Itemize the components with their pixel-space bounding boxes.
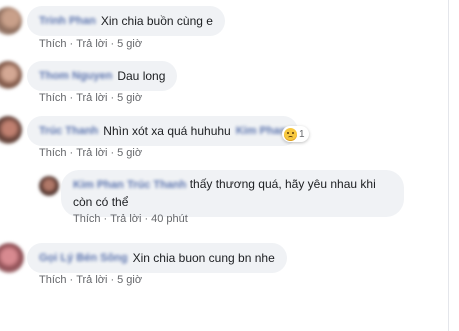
timestamp[interactable]: 5 giờ <box>117 38 142 50</box>
content-border <box>448 0 449 331</box>
tagged-name[interactable]: Trúc Thanh <box>127 179 186 191</box>
avatar[interactable] <box>39 176 59 196</box>
comment-actions: Thích · Trả lời · 5 giờ <box>39 274 142 286</box>
separator-dot: · <box>110 274 115 286</box>
separator-dot: · <box>110 38 115 50</box>
like-link[interactable]: Thích <box>39 147 67 159</box>
replier-name[interactable]: Kim Phan <box>73 179 124 191</box>
commenter-name[interactable]: Trinh Phan <box>39 15 96 27</box>
reply-link[interactable]: Trả lời <box>76 147 107 159</box>
comment-text: Xin chia buon cung bn nhe <box>132 251 275 265</box>
reaction-badge[interactable]: 1 <box>282 126 309 142</box>
commenter-name[interactable]: Trúc Thanh <box>39 125 98 137</box>
commenter-name[interactable]: Gọi Lý Bén Sông <box>39 252 128 264</box>
sad-face-icon <box>284 127 297 141</box>
timestamp[interactable]: 5 giờ <box>117 274 142 286</box>
timestamp[interactable]: 5 giờ <box>117 92 142 104</box>
reply-bubble: Kim Phan Trúc Thanh thấy thương quá, hãy… <box>61 170 404 217</box>
like-link[interactable]: Thích <box>39 274 67 286</box>
comment-text: Nhìn xót xa quá huhuhu <box>103 124 231 138</box>
separator-dot: · <box>69 274 74 286</box>
comment-bubble: Trinh Phan Xin chia buồn cùng e <box>27 6 225 36</box>
comment-actions: Thích · Trả lời · 5 giờ <box>39 147 142 159</box>
reply-link[interactable]: Trả lời <box>110 213 141 225</box>
reaction-count: 1 <box>299 128 305 140</box>
comment-actions: Thích · Trả lời · 5 giờ <box>39 38 142 50</box>
reply-link[interactable]: Trả lời <box>76 92 107 104</box>
like-link[interactable]: Thích <box>73 213 101 225</box>
separator-dot: · <box>69 38 74 50</box>
avatar[interactable] <box>0 243 24 273</box>
commenter-name[interactable]: Thom Nguyen <box>39 70 112 82</box>
comment-bubble: Gọi Lý Bén Sông Xin chia buon cung bn nh… <box>27 243 287 273</box>
comment-text: Dau long <box>117 69 166 83</box>
tagged-name[interactable]: Kim Phan <box>236 125 287 137</box>
comment-bubble: Trúc Thanh Nhìn xót xa quá huhuhu Kim Ph… <box>27 116 299 146</box>
separator-dot: · <box>110 147 115 159</box>
separator-dot: · <box>69 92 74 104</box>
like-link[interactable]: Thích <box>39 92 67 104</box>
comment-bubble: Thom Nguyen Dau long <box>27 61 178 91</box>
separator-dot: · <box>69 147 74 159</box>
reply-link[interactable]: Trả lời <box>76 274 107 286</box>
separator-dot: · <box>103 213 108 225</box>
comment-text: Xin chia buồn cùng e <box>100 14 213 28</box>
reply-link[interactable]: Trả lời <box>76 38 107 50</box>
avatar[interactable] <box>0 116 22 144</box>
like-link[interactable]: Thích <box>39 38 67 50</box>
avatar[interactable] <box>0 61 22 89</box>
comment-actions: Thích · Trả lời · 5 giờ <box>39 92 142 104</box>
timestamp[interactable]: 5 giờ <box>117 147 142 159</box>
reply-actions: Thích · Trả lời · 40 phút <box>73 213 188 225</box>
avatar[interactable] <box>0 7 22 35</box>
timestamp[interactable]: 40 phút <box>151 213 188 225</box>
separator-dot: · <box>144 213 149 225</box>
separator-dot: · <box>110 92 115 104</box>
